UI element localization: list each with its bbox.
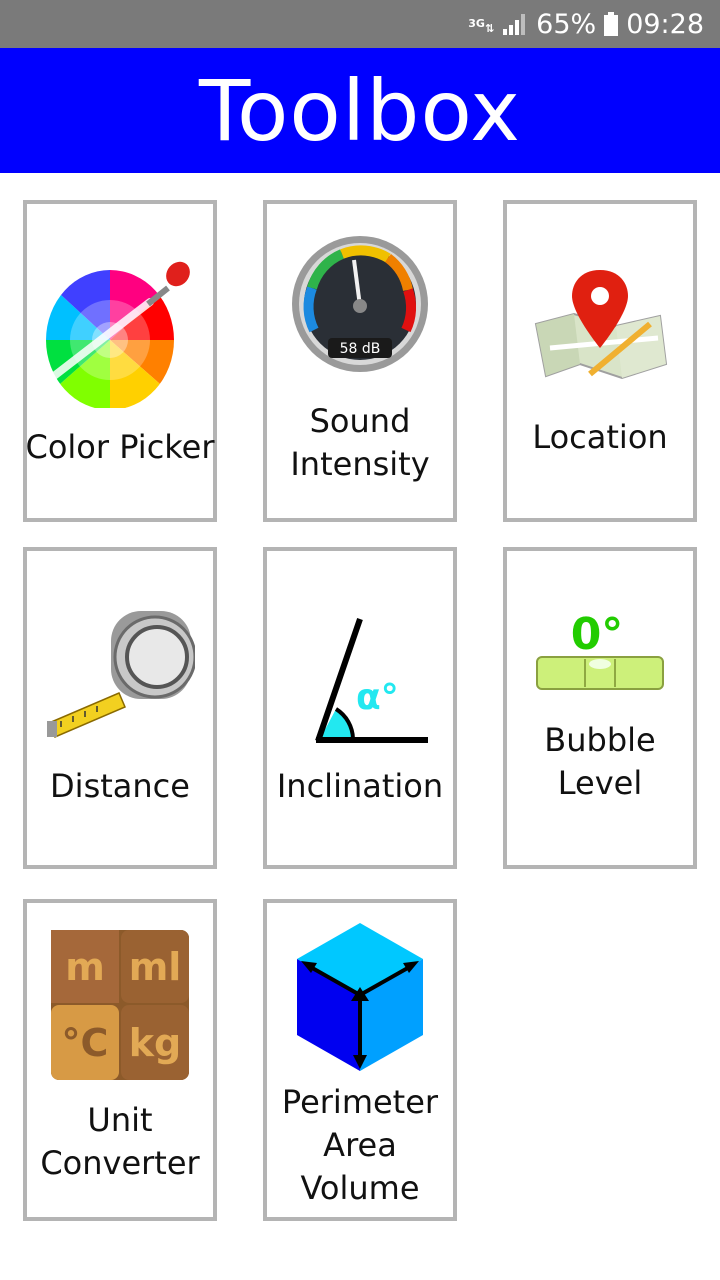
tool-label: Bubble Level: [544, 721, 656, 802]
map-pin-icon: [530, 266, 670, 390]
tool-label: Perimeter Area Volume: [281, 1083, 439, 1207]
unit-converter-icon: m ml °C kg: [51, 930, 189, 1080]
cube-icon: [293, 921, 427, 1073]
tool-label: Inclination: [276, 767, 444, 805]
tape-measure-icon: [45, 603, 197, 753]
tool-tile-bubble-level[interactable]: 0° Bubble Level: [503, 547, 697, 869]
tool-tile-perimeter-area-volume[interactable]: Perimeter Area Volume: [263, 899, 457, 1221]
color-picker-icon: [40, 258, 200, 410]
tool-tile-sound-intensity[interactable]: 58 dB Sound Intensity: [263, 200, 457, 522]
tool-tile-inclination[interactable]: α° Inclination: [263, 547, 457, 869]
sound-meter-icon: 58 dB: [290, 234, 430, 374]
tool-label: Distance: [50, 767, 190, 805]
unit-kg: kg: [129, 1021, 181, 1065]
page-title: Toolbox: [199, 61, 521, 160]
tool-label: Location: [532, 418, 668, 456]
tool-tile-location[interactable]: Location: [503, 200, 697, 522]
angle-symbol: α°: [356, 677, 399, 718]
tool-tile-distance[interactable]: Distance: [23, 547, 217, 869]
unit-celsius: °C: [62, 1021, 109, 1065]
network-type-label: 3G ⇅: [468, 17, 495, 35]
app-bar: Toolbox: [0, 48, 720, 173]
tool-label: Sound Intensity: [290, 402, 430, 483]
tool-label: Unit Converter: [40, 1101, 200, 1182]
bubble-level-icon: 0°: [535, 601, 665, 697]
level-reading: 0°: [571, 609, 624, 660]
clock: 09:28: [626, 8, 704, 40]
tool-tile-unit-converter[interactable]: m ml °C kg Unit Converter: [23, 899, 217, 1221]
unit-m: m: [65, 945, 105, 989]
battery-percent: 65%: [536, 8, 597, 40]
tool-tile-color-picker[interactable]: Color Picker: [23, 200, 217, 522]
unit-ml: ml: [129, 945, 182, 989]
signal-icon: [502, 13, 528, 35]
tool-label: Color Picker: [25, 428, 215, 466]
meter-reading: 58 dB: [340, 341, 381, 357]
battery-icon: [604, 12, 619, 36]
status-bar: 3G ⇅ 65% 09:28: [0, 0, 720, 48]
angle-icon: α°: [290, 613, 430, 745]
